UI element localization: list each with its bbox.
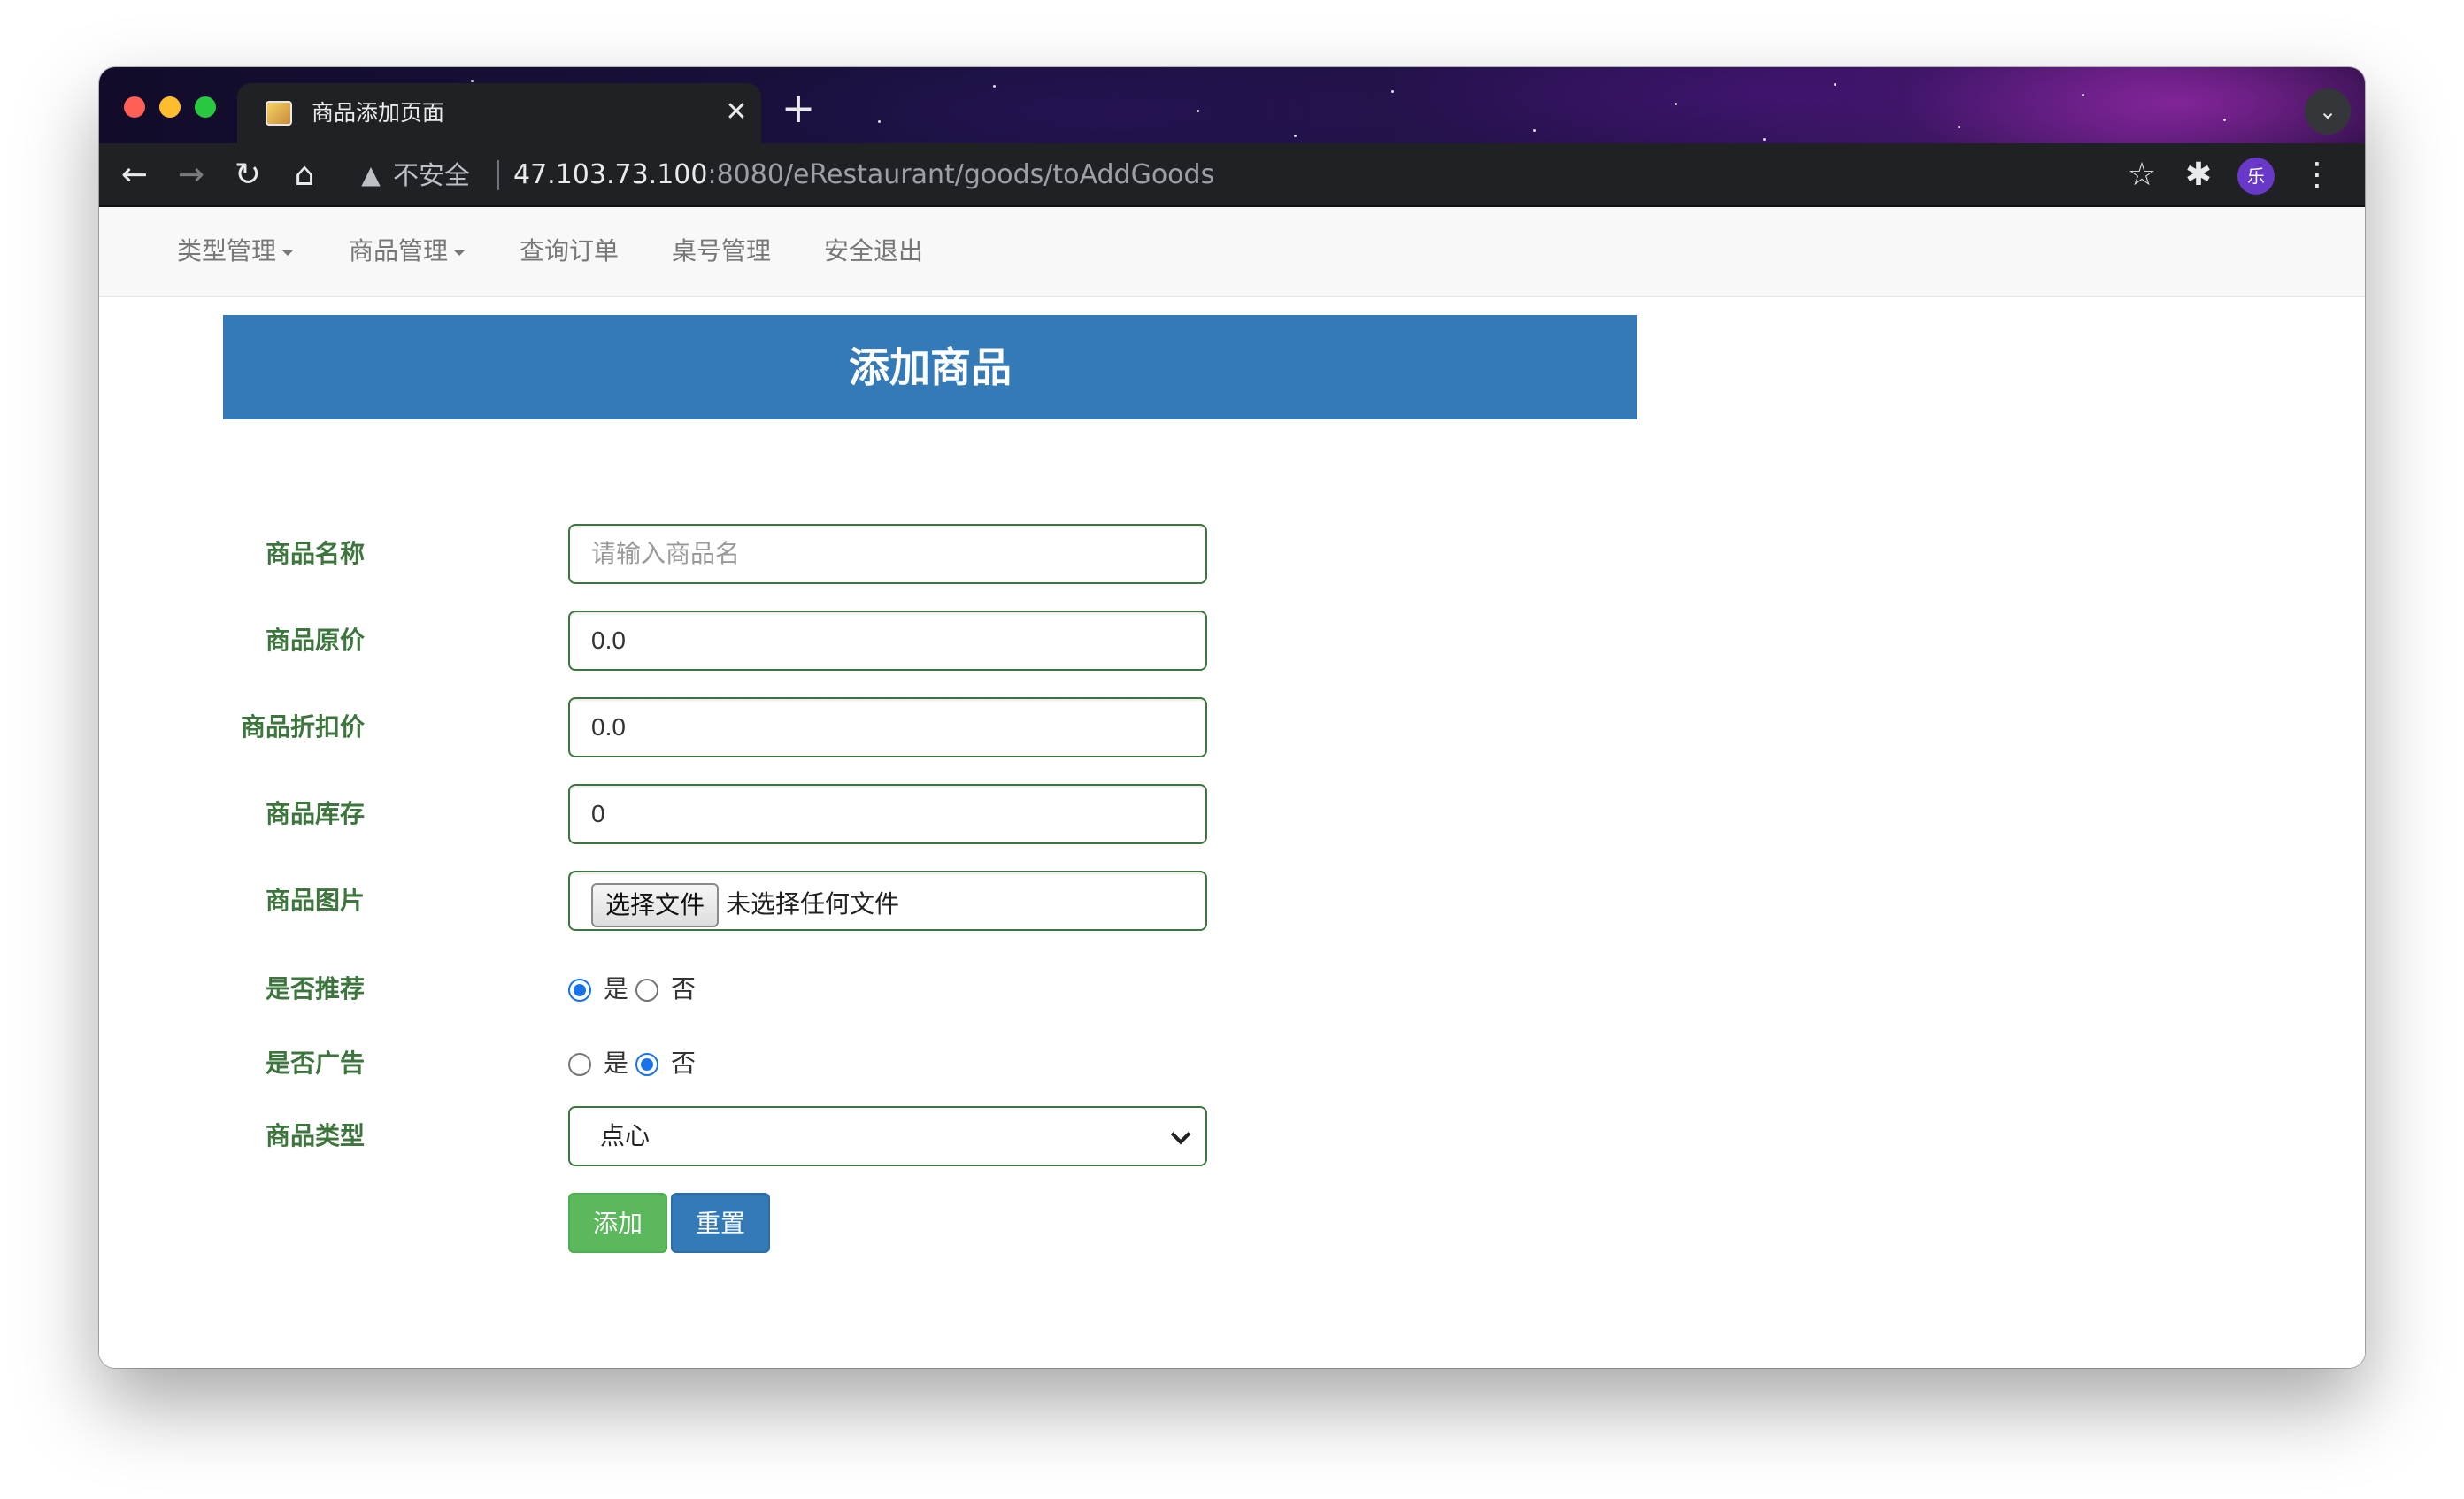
image-file-field[interactable]: 选择文件 未选择任何文件: [568, 871, 1207, 931]
forward-arrow-icon[interactable]: →: [170, 154, 212, 196]
reload-icon[interactable]: ↻: [227, 154, 269, 196]
add-button[interactable]: 添加: [568, 1193, 668, 1253]
tab-favicon-icon: [266, 101, 292, 126]
field-label: 商品类型: [265, 1121, 365, 1150]
chevron-down-icon: [1170, 1124, 1191, 1145]
advert-yes-radio[interactable]: [568, 1053, 591, 1076]
warning-triangle-icon[interactable]: ▲: [356, 160, 386, 190]
field-label: 商品折扣价: [240, 712, 365, 742]
page-title: 添加商品: [223, 315, 1637, 419]
window-close-button[interactable]: [124, 96, 145, 118]
field-label: 是否推荐: [265, 974, 365, 1003]
browser-menu-icon[interactable]: ⋮: [2296, 154, 2338, 196]
nav-logout[interactable]: 安全退出: [824, 234, 923, 269]
home-icon[interactable]: ⌂: [283, 154, 326, 196]
form-row-discount: 商品折扣价 0.0: [99, 697, 2365, 757]
url-text[interactable]: 47.103.73.100:8080/eRestaurant/goods/toA…: [513, 159, 1214, 191]
field-label: 商品图片: [265, 886, 365, 915]
new-tab-button[interactable]: +: [777, 88, 820, 131]
browser-titlebar: 商品添加页面 ✕ + ⌄: [99, 67, 2365, 143]
browser-tab[interactable]: 商品添加页面 ✕: [237, 83, 761, 143]
top-navbar: 类型管理 商品管理 查询订单 桌号管理 安全退出: [99, 207, 2365, 297]
form-row-advert: 是否广告 是 否: [99, 1046, 2365, 1081]
browser-window: 商品添加页面 ✕ + ⌄ ← → ↻ ⌂ ▲ 不安全 47.103.73.100…: [99, 67, 2365, 1368]
field-label: 商品名称: [265, 539, 365, 568]
security-status[interactable]: 不安全: [393, 160, 470, 190]
window-minimize-button[interactable]: [159, 96, 181, 118]
address-bar[interactable]: ▲ 不安全 47.103.73.100:8080/eRestaurant/goo…: [347, 150, 2322, 201]
nav-goods-management[interactable]: 商品管理: [349, 234, 466, 269]
bookmark-star-icon[interactable]: ☆: [2121, 154, 2163, 196]
file-status-text: 未选择任何文件: [726, 890, 900, 918]
nav-label: 类型管理: [177, 236, 277, 265]
browser-toolbar: ← → ↻ ⌂ ▲ 不安全 47.103.73.100:8080/eRestau…: [99, 143, 2365, 207]
radio-label: 否: [671, 1049, 697, 1078]
form-actions: 添加 重置: [99, 1193, 2365, 1253]
window-maximize-button[interactable]: [195, 96, 216, 118]
profile-avatar[interactable]: 乐: [2237, 158, 2275, 195]
original-price-input[interactable]: 0.0: [568, 611, 1207, 671]
extensions-puzzle-icon[interactable]: ✱: [2177, 154, 2220, 196]
discount-price-input[interactable]: 0.0: [568, 697, 1207, 757]
radio-label: 是: [604, 1049, 629, 1078]
form-row-name: 商品名称 请输入商品名: [99, 524, 2365, 584]
url-path: :8080/eRestaurant/goods/toAddGoods: [707, 159, 1215, 190]
nav-label: 商品管理: [349, 236, 449, 265]
reset-button[interactable]: 重置: [671, 1193, 771, 1253]
radio-label: 是: [604, 974, 629, 1003]
form-row-stock: 商品库存 0: [99, 784, 2365, 844]
address-divider: [497, 160, 499, 190]
tab-title: 商品添加页面: [312, 100, 445, 126]
nav-table-management[interactable]: 桌号管理: [672, 234, 771, 269]
recommend-no-radio[interactable]: [635, 979, 658, 1002]
nav-type-management[interactable]: 类型管理: [177, 234, 295, 269]
recommend-yes-radio[interactable]: [568, 979, 591, 1002]
form-row-recommend: 是否推荐 是 否: [99, 972, 2365, 1007]
nav-query-orders[interactable]: 查询订单: [520, 234, 619, 269]
caret-down-icon: [453, 249, 466, 256]
field-label: 是否广告: [265, 1049, 365, 1078]
stock-input[interactable]: 0: [568, 784, 1207, 844]
radio-label: 否: [671, 974, 697, 1003]
choose-file-button[interactable]: 选择文件: [591, 883, 720, 927]
field-label: 商品库存: [265, 799, 365, 828]
advert-no-radio[interactable]: [635, 1053, 658, 1076]
tab-close-icon[interactable]: ✕: [720, 96, 753, 129]
form-row-image: 商品图片 选择文件 未选择任何文件: [99, 871, 2365, 931]
select-value: 点心: [600, 1121, 651, 1150]
url-host: 47.103.73.100: [513, 159, 708, 190]
form-row-price: 商品原价 0.0: [99, 611, 2365, 671]
page-content: 类型管理 商品管理 查询订单 桌号管理 安全退出 添加商品 商品名称 请输入商品…: [99, 207, 2365, 1368]
goods-name-input[interactable]: 请输入商品名: [568, 524, 1207, 584]
goods-type-select[interactable]: 点心: [568, 1106, 1207, 1166]
caret-down-icon: [281, 249, 295, 256]
field-label: 商品原价: [265, 626, 365, 655]
form-row-type: 商品类型 点心: [99, 1106, 2365, 1166]
tab-search-button[interactable]: ⌄: [2305, 88, 2351, 135]
back-arrow-icon[interactable]: ←: [113, 154, 156, 196]
